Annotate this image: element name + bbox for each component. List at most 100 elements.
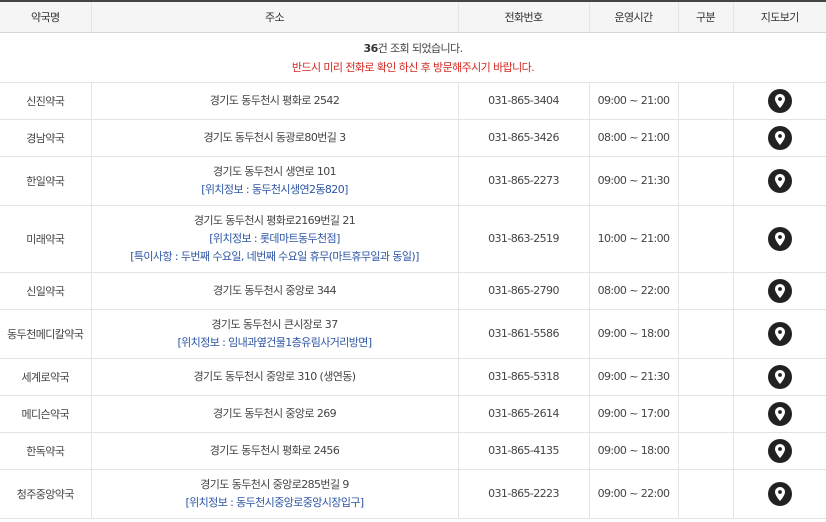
summary-row: 36건 조회 되었습니다. 반드시 미리 전화로 확인 하신 후 방문해주시기 … xyxy=(0,32,826,83)
map-cell xyxy=(732,119,826,157)
map-view-button[interactable] xyxy=(767,168,792,193)
result-count: 36건 조회 되었습니다. xyxy=(0,39,826,58)
address-cell: 경기도 동두천시 중앙로 310 (생연동) xyxy=(90,358,458,396)
category xyxy=(677,469,733,519)
phone-number: 031-865-3404 xyxy=(457,82,589,120)
table-row: 동두천메디칼약국 경기도 동두천시 큰시장로 37 [위치정보 : 임내과옆건물1층… xyxy=(0,309,826,359)
operating-hours: 09:00 ~ 21:30 xyxy=(588,358,678,396)
summary-cell: 36건 조회 되었습니다. 반드시 미리 전화로 확인 하신 후 방문해주시기 … xyxy=(0,32,826,83)
phone-number: 031-865-2614 xyxy=(457,395,589,433)
table-row: 세계로약국 경기도 동두천시 중앙로 310 (생연동) 031-865-5318 0… xyxy=(0,358,826,396)
operating-hours: 08:00 ~ 22:00 xyxy=(588,272,678,310)
address-text: 경기도 동두천시 평화로2169번길 21 xyxy=(193,213,356,227)
map-view-button[interactable] xyxy=(767,125,792,150)
address-extra-info: [위치정보 : 동두천시생연2동820] xyxy=(201,182,348,196)
operating-hours: 09:00 ~ 18:00 xyxy=(588,309,678,359)
pharmacy-name: 청주중앙약국 xyxy=(0,469,91,519)
table-row: 신일약국 경기도 동두천시 중앙로 344 031-865-2790 08:00 ~ … xyxy=(0,272,826,310)
phone-number: 031-865-2223 xyxy=(457,469,589,519)
category xyxy=(677,358,733,396)
header-hours: 운영시간 xyxy=(588,0,678,33)
table-row: 한일약국 경기도 동두천시 생연로 101 [위치정보 : 동두천시생연2동820]… xyxy=(0,156,826,206)
address-text: 경기도 동두천시 평화로 2542 xyxy=(209,93,340,107)
map-view-button[interactable] xyxy=(767,88,792,113)
phone-number: 031-861-5586 xyxy=(457,309,589,359)
phone-number: 031-863-2519 xyxy=(457,205,589,273)
operating-hours: 10:00 ~ 21:00 xyxy=(588,205,678,273)
map-cell xyxy=(732,272,826,310)
address-cell: 경기도 동두천시 중앙로 269 xyxy=(90,395,458,433)
address-text: 경기도 동두천시 생연로 101 xyxy=(212,164,337,178)
category xyxy=(677,309,733,359)
phone-number: 031-865-5318 xyxy=(457,358,589,396)
header-phone: 전화번호 xyxy=(457,0,589,33)
address-extra-info: [위치정보 : 롯데마트동두천점] xyxy=(209,231,340,245)
pharmacy-name: 한일약국 xyxy=(0,156,91,206)
operating-hours: 09:00 ~ 21:30 xyxy=(588,156,678,206)
phone-number: 031-865-2273 xyxy=(457,156,589,206)
phone-notice: 반드시 미리 전화로 확인 하신 후 방문해주시기 바랍니다. xyxy=(291,60,535,74)
address-text: 경기도 동두천시 평화로 2456 xyxy=(209,443,340,457)
table-row: 메디슨약국 경기도 동두천시 중앙로 269 031-865-2614 09:00 ~… xyxy=(0,395,826,433)
address-extra-info: [위치정보 : 동두천시중앙로중앙시장입구] xyxy=(185,495,364,509)
map-view-button[interactable] xyxy=(767,226,792,251)
table-row: 한독약국 경기도 동두천시 평화로 2456 031-865-4135 09:00 ~… xyxy=(0,432,826,470)
pharmacy-name: 한독약국 xyxy=(0,432,91,470)
address-cell: 경기도 동두천시 큰시장로 37 [위치정보 : 임내과옆건물1층유림사거리방면] xyxy=(90,309,458,359)
category xyxy=(677,272,733,310)
category xyxy=(677,156,733,206)
category xyxy=(677,395,733,433)
operating-hours: 08:00 ~ 21:00 xyxy=(588,119,678,157)
category xyxy=(677,82,733,120)
operating-hours: 09:00 ~ 21:00 xyxy=(588,82,678,120)
map-cell xyxy=(732,156,826,206)
map-cell xyxy=(732,82,826,120)
pharmacy-name: 신일약국 xyxy=(0,272,91,310)
map-view-button[interactable] xyxy=(767,438,792,463)
pharmacy-name: 메디슨약국 xyxy=(0,395,91,433)
pharmacy-name: 동두천메디칼약국 xyxy=(0,309,91,359)
result-count-text: 건 조회 되었습니다. xyxy=(377,41,463,55)
category xyxy=(677,119,733,157)
map-view-button[interactable] xyxy=(767,278,792,303)
category xyxy=(677,432,733,470)
address-cell: 경기도 동두천시 생연로 101 [위치정보 : 동두천시생연2동820] xyxy=(90,156,458,206)
address-cell: 경기도 동두천시 중앙로 344 xyxy=(90,272,458,310)
table-row: 청주중앙약국 경기도 동두천시 중앙로285번길 9 [위치정보 : 동두천시중앙로… xyxy=(0,469,826,519)
operating-hours: 09:00 ~ 17:00 xyxy=(588,395,678,433)
address-cell: 경기도 동두천시 중앙로285번길 9 [위치정보 : 동두천시중앙로중앙시장입구… xyxy=(90,469,458,519)
map-cell xyxy=(732,432,826,470)
map-cell xyxy=(732,309,826,359)
table-body: 36건 조회 되었습니다. 반드시 미리 전화로 확인 하신 후 방문해주시기 … xyxy=(0,32,826,519)
map-view-button[interactable] xyxy=(767,364,792,389)
phone-number: 031-865-4135 xyxy=(457,432,589,470)
table-row: 경남약국 경기도 동두천시 동광로80번길 3 031-865-3426 08:00 … xyxy=(0,119,826,157)
table-row: 신진약국 경기도 동두천시 평화로 2542 031-865-3404 09:00 ~… xyxy=(0,82,826,120)
address-text: 경기도 동두천시 중앙로 269 xyxy=(212,406,337,420)
table-row: 미래약국 경기도 동두천시 평화로2169번길 21 [위치정보 : 롯데마트동두천… xyxy=(0,205,826,273)
pharmacy-name: 세계로약국 xyxy=(0,358,91,396)
map-view-button[interactable] xyxy=(767,401,792,426)
address-cell: 경기도 동두천시 평화로 2456 xyxy=(90,432,458,470)
pharmacy-name: 경남약국 xyxy=(0,119,91,157)
header-name: 약국명 xyxy=(0,0,91,33)
map-view-button[interactable] xyxy=(767,481,792,506)
phone-number: 031-865-3426 xyxy=(457,119,589,157)
address-cell: 경기도 동두천시 평화로 2542 xyxy=(90,82,458,120)
address-text: 경기도 동두천시 큰시장로 37 xyxy=(211,317,338,331)
address-text: 경기도 동두천시 동광로80번길 3 xyxy=(203,130,346,144)
operating-hours: 09:00 ~ 18:00 xyxy=(588,432,678,470)
pharmacy-table: 약국명 주소 전화번호 운영시간 구분 지도보기 36건 조회 되었습니다. 반… xyxy=(0,0,826,519)
map-cell xyxy=(732,469,826,519)
pharmacy-name: 미래약국 xyxy=(0,205,91,273)
address-text: 경기도 동두천시 중앙로 344 xyxy=(212,283,337,297)
header-address: 주소 xyxy=(90,0,458,33)
header-category: 구분 xyxy=(677,0,733,33)
address-cell: 경기도 동두천시 평화로2169번길 21 [위치정보 : 롯데마트동두천점] [특… xyxy=(90,205,458,273)
operating-hours: 09:00 ~ 22:00 xyxy=(588,469,678,519)
address-text: 경기도 동두천시 중앙로285번길 9 xyxy=(200,477,349,491)
map-view-button[interactable] xyxy=(767,321,792,346)
address-cell: 경기도 동두천시 동광로80번길 3 xyxy=(90,119,458,157)
header-map: 지도보기 xyxy=(732,0,826,33)
address-text: 경기도 동두천시 중앙로 310 (생연동) xyxy=(193,369,357,383)
